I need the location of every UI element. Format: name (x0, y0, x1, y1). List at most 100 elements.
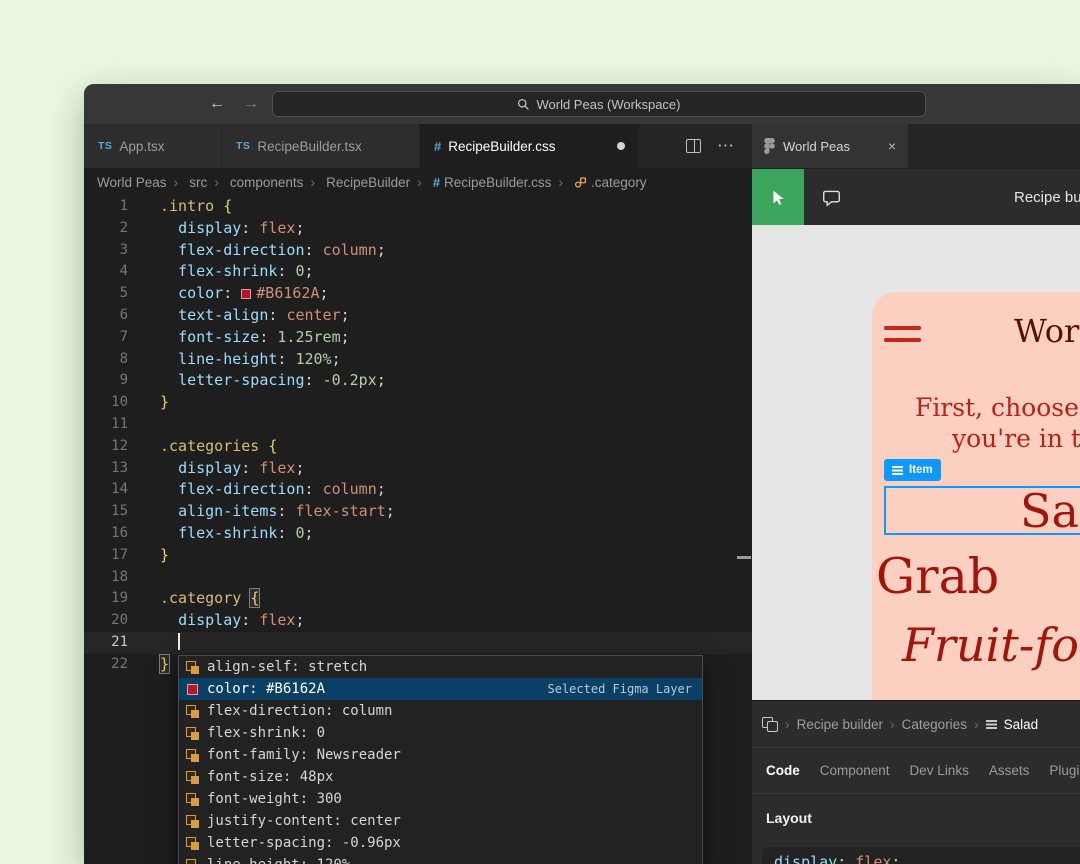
css-property-icon (186, 705, 199, 718)
code-line[interactable]: 21 (84, 632, 752, 654)
line-number: 1 (84, 196, 128, 218)
code-line[interactable]: 9 letter-spacing: -0.2px; (84, 370, 752, 392)
frames-icon[interactable] (762, 717, 778, 731)
code-line[interactable]: 8 line-height: 120%; (84, 349, 752, 371)
inspector-code-block[interactable]: display: flex; (762, 847, 1080, 864)
inspector-tab-plugins[interactable]: Plugins (1049, 763, 1080, 778)
forward-icon[interactable]: → (240, 94, 262, 114)
inspector-tab-component[interactable]: Component (820, 763, 890, 778)
suggestion-item[interactable]: flex-direction: column (179, 700, 702, 722)
code-token: : (259, 328, 277, 346)
figma-canvas[interactable]: World Peas First, choose a you're in th … (752, 225, 1080, 700)
cursor-tool-button[interactable] (752, 169, 804, 226)
text-caret (178, 633, 180, 650)
code-token (160, 262, 178, 280)
editor-tab-recipebuilder.tsx[interactable]: TSRecipeBuilder.tsx (222, 124, 420, 168)
figma-tab-label: World Peas (783, 139, 850, 154)
inspector-tab-code[interactable]: Code (766, 763, 800, 778)
design-category[interactable]: Grab (876, 548, 999, 605)
code-line[interactable]: 11 (84, 414, 752, 436)
code-line[interactable]: 14 flex-direction: column; (84, 479, 752, 501)
code-line[interactable]: 5 color: #B6162A; (84, 283, 752, 305)
layer-crumb[interactable]: Recipe builder (797, 717, 883, 732)
code-line[interactable]: 20 display: flex; (84, 610, 752, 632)
code-token: : (241, 611, 259, 629)
code-editor[interactable]: 1.intro {2 display: flex;3 flex-directio… (84, 196, 752, 864)
code-token (241, 589, 250, 607)
inspector-tab-assets[interactable]: Assets (989, 763, 1030, 778)
code-token: flex-direction (178, 241, 304, 259)
comment-tool-button[interactable] (810, 169, 852, 226)
code-line[interactable]: 15 align-items: flex-start; (84, 501, 752, 523)
breadcrumb-item[interactable]: src (167, 174, 208, 190)
code-line[interactable]: 6 text-align: center; (84, 305, 752, 327)
line-number: 3 (84, 240, 128, 262)
selection-outline[interactable]: Salad (884, 486, 1080, 535)
code-line[interactable]: 13 display: flex; (84, 458, 752, 480)
code-token: : (277, 262, 295, 280)
suggestion-item[interactable]: flex-shrink: 0 (179, 722, 702, 744)
code-text: flex-shrink: 0; (160, 261, 314, 283)
suggestion-label: align-self: stretch (207, 659, 367, 675)
code-line[interactable]: 4 flex-shrink: 0; (84, 261, 752, 283)
suggestion-item[interactable]: letter-spacing: -0.96px (179, 832, 702, 854)
inspector-tab-dev-links[interactable]: Dev Links (910, 763, 969, 778)
code-line[interactable]: 1.intro { (84, 196, 752, 218)
code-token: font-size (178, 328, 259, 346)
breadcrumb-item[interactable]: World Peas (97, 175, 167, 190)
suggestion-item[interactable]: font-weight: 300 (179, 788, 702, 810)
selected-layer-chip[interactable]: Item (884, 459, 941, 481)
css-property-icon (186, 771, 199, 784)
code-line[interactable]: 19.category { (84, 588, 752, 610)
breadcrumb-item[interactable]: #RecipeBuilder.css (410, 174, 551, 190)
design-frame[interactable]: World Peas First, choose a you're in th … (872, 292, 1080, 700)
suggestion-item[interactable]: font-size: 48px (179, 766, 702, 788)
back-icon[interactable]: ← (206, 94, 228, 114)
editor-tab-recipebuilder.css[interactable]: #RecipeBuilder.css (420, 124, 640, 168)
design-category-salad[interactable]: Salad (1020, 484, 1080, 538)
code-line[interactable]: 17} (84, 545, 752, 567)
code-token: flex-shrink (178, 262, 277, 280)
code-token: ; (295, 611, 304, 629)
design-category[interactable]: Fruit-fo (902, 618, 1079, 672)
code-line[interactable]: 2 display: flex; (84, 218, 752, 240)
breadcrumb-item[interactable]: components (207, 174, 303, 190)
code-line[interactable]: 3 flex-direction: column; (84, 240, 752, 262)
suggestion-item[interactable]: align-self: stretch (179, 656, 702, 678)
suggestion-item[interactable]: justify-content: center (179, 810, 702, 832)
code-line[interactable]: 12.categories { (84, 436, 752, 458)
hamburger-icon (884, 338, 921, 342)
code-line[interactable]: 18 (84, 567, 752, 589)
code-line[interactable]: 7 font-size: 1.25rem; (84, 327, 752, 349)
css-property-icon (186, 793, 199, 806)
editor-group: TSApp.tsxTSRecipeBuilder.tsx#RecipeBuild… (84, 124, 752, 864)
suggestion-item[interactable]: color: #B6162ASelected Figma Layer (179, 678, 702, 700)
breadcrumb-label: RecipeBuilder (326, 175, 410, 190)
overview-cursor-marker (737, 556, 751, 559)
line-number: 20 (84, 610, 128, 632)
editor-tab-app.tsx[interactable]: TSApp.tsx (84, 124, 222, 168)
layer-breadcrumb: Recipe builder Categories Salad (752, 701, 1080, 747)
suggestion-item[interactable]: line-height: 120% (179, 854, 702, 864)
code-line[interactable]: 16 flex-shrink: 0; (84, 523, 752, 545)
layer-crumb[interactable]: Categories (902, 717, 967, 732)
code-text: } (160, 654, 169, 676)
breadcrumb-item[interactable]: .category (551, 174, 646, 190)
split-editor-icon[interactable] (686, 139, 701, 153)
code-token: color (178, 284, 223, 302)
line-number: 15 (84, 501, 128, 523)
modified-dot[interactable] (617, 142, 625, 150)
figma-tab-world-peas[interactable]: World Peas × (752, 124, 908, 168)
code-token: : (277, 524, 295, 542)
suggestion-item[interactable]: font-family: Newsreader (179, 744, 702, 766)
code-token (214, 197, 223, 215)
code-token: ; (320, 284, 329, 302)
close-icon[interactable]: × (888, 138, 896, 154)
workspace-search[interactable]: World Peas (Workspace) (272, 91, 926, 117)
code-token: 1.25rem (277, 328, 340, 346)
code-line[interactable]: 10} (84, 392, 752, 414)
code-token: .intro (160, 197, 214, 215)
more-actions-icon[interactable]: ⋯ (717, 141, 734, 151)
layer-crumb-current[interactable]: Salad (1004, 717, 1039, 732)
breadcrumb-item[interactable]: RecipeBuilder (303, 174, 410, 190)
